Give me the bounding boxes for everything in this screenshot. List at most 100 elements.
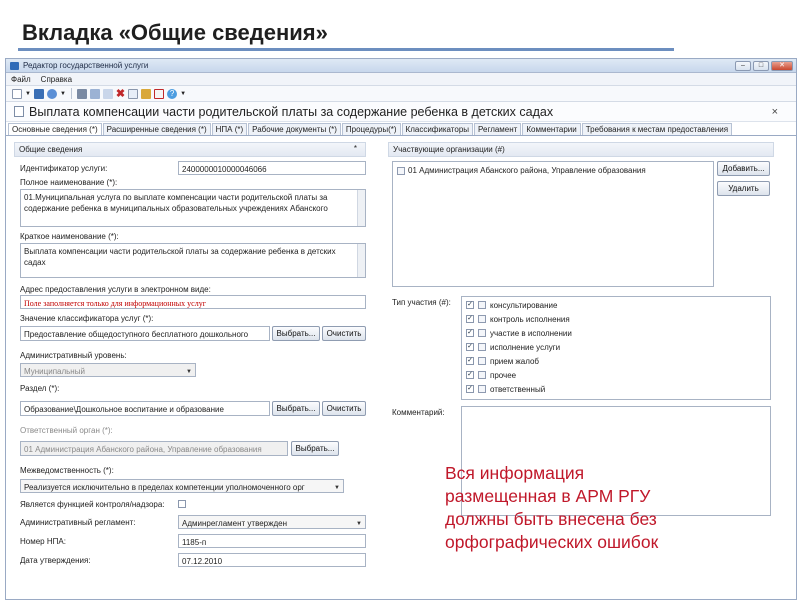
print-icon[interactable] [76,88,87,99]
document-header: Выплата компенсации части родительской п… [6,102,796,122]
full-name-field[interactable]: 01.Муниципальная услуга по выплате компе… [20,189,366,227]
role-icon [478,371,486,379]
section-title: Общие сведения [19,145,83,154]
classifier-select-button[interactable]: Выбрать... [272,326,320,341]
copy-icon[interactable] [89,88,100,99]
section-select-button[interactable]: Выбрать... [272,401,320,416]
section-field[interactable]: Образование\Дошкольное воспитание и обра… [20,401,270,416]
participation-checkbox[interactable]: ✓ [466,343,474,351]
classifier-label: Значение классификатора услуг (*): [20,314,154,323]
annotation-note: Вся информация размещенная в АРМ РГУ дол… [445,462,775,554]
responsible-body-label: Ответственный орган (*): [20,426,113,435]
participation-checkbox[interactable]: ✓ [466,301,474,309]
responsible-body-select-button[interactable]: Выбрать... [291,441,339,456]
interdept-select[interactable]: Реализуется исключительно в пределах ком… [20,479,344,493]
npa-number-field[interactable]: 1185-п [178,534,366,548]
full-name-scrollbar[interactable] [357,190,365,226]
annotation-line: орфографических ошибок [445,532,659,552]
general-info-section: Общие сведения * [14,142,366,157]
participation-option: исполнение услуги [490,343,561,352]
regulation-select[interactable]: Админрегламент утвержден ▼ [178,515,366,529]
slide-title: Вкладка «Общие сведения» [22,20,328,45]
close-window-button[interactable]: ✕ [771,60,793,71]
annotation-line: должны быть внесена без [445,509,657,529]
chevron-down-icon[interactable]: ▼ [180,91,186,97]
document-title: Выплата компенсации части родительской п… [29,104,554,119]
tab-extended-info[interactable]: Расширенные сведения (*) [102,123,211,135]
control-function-label: Является функцией контроля/надзора: [20,500,165,509]
paste-icon[interactable] [102,88,113,99]
section-clear-button[interactable]: Очистить [322,401,366,416]
short-name-field[interactable]: Выплата компенсации части родительской п… [20,243,366,278]
participation-option: прочее [490,371,517,380]
role-icon [478,343,486,351]
npa-number-label: Номер НПА: [20,537,66,546]
role-icon [478,301,486,309]
participation-type-list: ✓ консультирование ✓ контроль исполнения… [461,296,771,400]
service-id-label: Идентификатор услуги: [20,164,108,173]
tab-comments[interactable]: Комментарии [522,123,581,135]
new-document-icon[interactable] [12,88,22,99]
tab-main-info[interactable]: Основные сведения (*) [8,123,102,135]
chevron-down-icon: ▼ [186,369,192,375]
add-organization-button[interactable]: Добавить... [717,161,770,176]
classifier-field[interactable]: Предоставление общедоступного бесплатног… [20,326,270,341]
annotation-line: Вся информация [445,463,585,483]
participation-checkbox[interactable]: ✓ [466,357,474,365]
maximize-button[interactable]: □ [753,60,769,71]
close-document-icon[interactable]: × [772,106,778,118]
participation-checkbox[interactable]: ✓ [466,329,474,337]
organizations-list[interactable]: 01 Администрация Абанского района, Управ… [392,161,714,287]
menu-help[interactable]: Справка [41,75,72,84]
role-icon [478,329,486,337]
classifier-clear-button[interactable]: Очистить [322,326,366,341]
help-icon[interactable]: ? [167,88,178,99]
section-marker: * [353,144,357,153]
participation-option: участие в исполнении [490,329,572,338]
participation-checkbox[interactable]: ✓ [466,315,474,323]
menu-bar: Файл Справка [6,73,796,86]
electronic-address-field[interactable]: Поле заполняется только для информационн… [20,295,366,309]
regulation-value: Админрегламент утвержден [182,519,288,528]
approval-date-label: Дата утверждения: [20,556,91,565]
pdf-icon[interactable] [154,88,165,99]
tab-classifiers[interactable]: Классификаторы [401,123,474,135]
participation-option: консультирование [490,301,558,310]
tab-regulation[interactable]: Регламент [474,123,522,135]
short-name-label: Краткое наименование (*): [20,232,119,241]
document-icon[interactable] [128,88,139,99]
service-id-field[interactable]: 2400000010000046066 [178,161,366,175]
organization-item[interactable]: 01 Администрация Абанского района, Управ… [408,165,646,176]
chevron-down-icon[interactable]: ▼ [25,91,31,97]
approval-date-field[interactable]: 07.12.2010 [178,553,366,567]
participation-checkbox[interactable]: ✓ [466,371,474,379]
globe-icon[interactable] [46,88,57,99]
interdept-label: Межведомственность (*): [20,466,114,475]
tab-place-requirements[interactable]: Требования к местам предоставления [581,123,733,135]
save-icon[interactable] [33,88,44,99]
delete-icon[interactable]: ✖ [116,88,125,99]
participation-option: ответственный [490,385,546,394]
address-label: Адрес предоставления услуги в электронно… [20,285,211,294]
toolbar-separator [70,88,72,99]
participation-checkbox[interactable]: ✓ [466,385,474,393]
role-icon [478,315,486,323]
control-function-checkbox[interactable] [178,500,186,508]
minimize-button[interactable]: – [735,60,751,71]
organization-icon [397,167,405,175]
chevron-down-icon[interactable]: ▼ [60,91,66,97]
tab-procedures[interactable]: Процедуры(*) [341,123,401,135]
tab-bar: Основные сведения (*) Расширенные сведен… [6,122,796,136]
interdept-value: Реализуется исключительно в пределах ком… [24,483,305,492]
short-name-scrollbar[interactable] [357,244,365,277]
menu-file[interactable]: Файл [11,75,31,84]
regulation-label: Административный регламент: [20,518,136,527]
edit-icon[interactable] [141,88,152,99]
tab-work-documents[interactable]: Рабочие документы (*) [248,123,341,135]
role-icon [478,385,486,393]
chevron-down-icon: ▼ [356,521,362,527]
annotation-line: размещенная в АРМ РГУ [445,486,651,506]
delete-organization-button[interactable]: Удалить [717,181,770,196]
section-label: Раздел (*): [20,384,60,393]
tab-npa[interactable]: НПА (*) [211,123,248,135]
